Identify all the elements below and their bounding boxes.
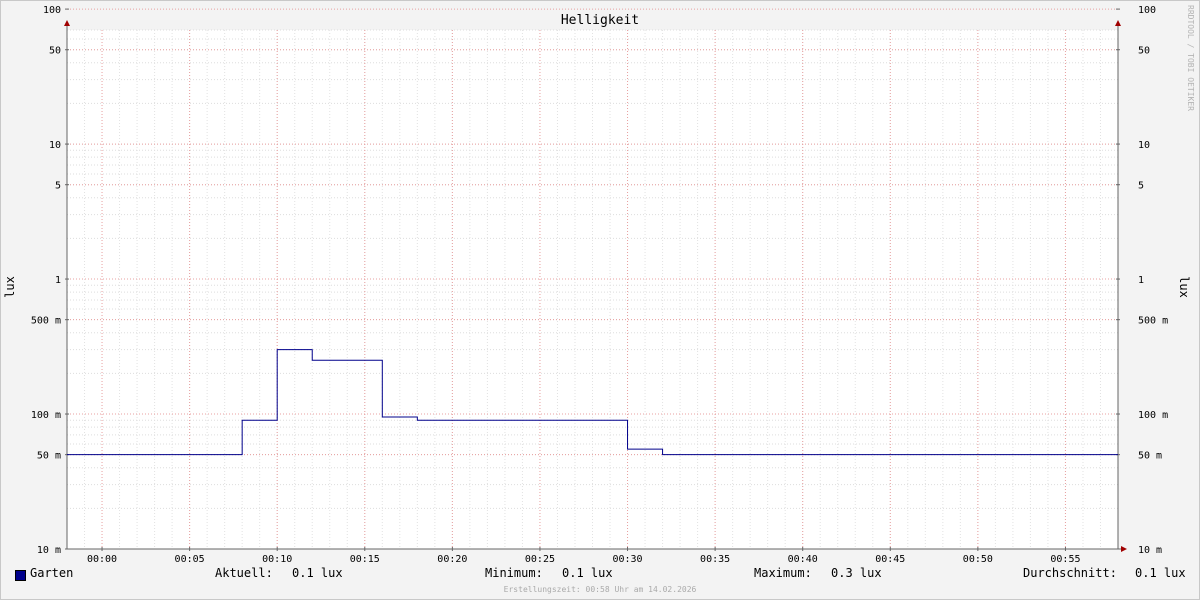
y-tick-label-left: 100 m [31,410,61,421]
y-tick-label-right: 50 [1138,46,1150,57]
x-tick-label: 00:40 [788,554,818,565]
y-tick-label-left: 50 m [37,451,61,462]
x-tick-label: 00:00 [87,554,117,565]
grid-layer [66,8,1119,550]
x-tick-label: 00:10 [262,554,292,565]
x-tick-label: 00:05 [175,554,205,565]
chart-canvas: Helligkeit lux lux 10 m 10 m 50 m 50 m 100 m… [3,5,1191,565]
y-tick-label-right: 10 m [1138,545,1162,556]
y-tick-label-right: 1 [1138,275,1144,286]
y-axis-arrow-right [1115,20,1121,26]
x-tick-label: 00:45 [875,554,905,565]
x-tick-label: 00:55 [1050,554,1080,565]
y-tick-label-right: 10 [1138,140,1150,151]
x-tick-label: 00:30 [612,554,642,565]
x-tick-label: 00:20 [437,554,467,565]
x-tick-label: 00:25 [525,554,555,565]
y-tick-label-right: 100 [1138,5,1156,16]
x-tick-label: 00:35 [700,554,730,565]
y-tick-label-left: 50 [49,46,61,57]
y-tick-label-left: 1 [55,275,61,286]
legend-current-value: 0.1 lux [292,566,343,580]
legend-min-value: 0.1 lux [562,566,613,580]
y-tick-label-right: 500 m [1138,316,1168,327]
legend-avg-label: Durchschnitt: [1023,566,1117,580]
legend-min-label: Minimum: [485,566,543,580]
x-tick-label: 00:15 [350,554,380,565]
y-tick-label-left: 5 [55,181,61,192]
y-axis-arrow-left [64,20,70,26]
x-axis-arrow [1121,546,1127,552]
creation-time-footer: Erstellungszeit: 00:58 Uhr am 14.02.2026 [503,585,697,594]
y-axis-label-left: lux [3,276,17,298]
legend-avg-value: 0.1 lux [1135,566,1186,580]
legend-swatch-garten [15,570,26,581]
legend: Garten Aktuell: 0.1 lux Minimum: 0.1 lux… [0,566,1200,584]
legend-series-name: Garten [30,566,74,580]
y-axis-label-right: lux [1177,276,1191,298]
chart-title: Helligkeit [561,13,639,28]
legend-max-value: 0.3 lux [831,566,882,580]
y-tick-label-right: 100 m [1138,410,1168,421]
legend-max-label: Maximum: [754,566,812,580]
y-tick-label-left: 500 m [31,316,61,327]
y-tick-label-left: 100 [43,5,61,16]
rrdtool-watermark: RRDTOOL / TOBI OETIKER [1186,5,1195,111]
y-tick-label-right: 5 [1138,181,1144,192]
y-tick-label-left: 10 [49,140,61,151]
x-tick-label: 00:50 [963,554,993,565]
y-tick-label-right: 50 m [1138,451,1162,462]
y-tick-label-left: 10 m [37,545,61,556]
legend-current-label: Aktuell: [215,566,273,580]
